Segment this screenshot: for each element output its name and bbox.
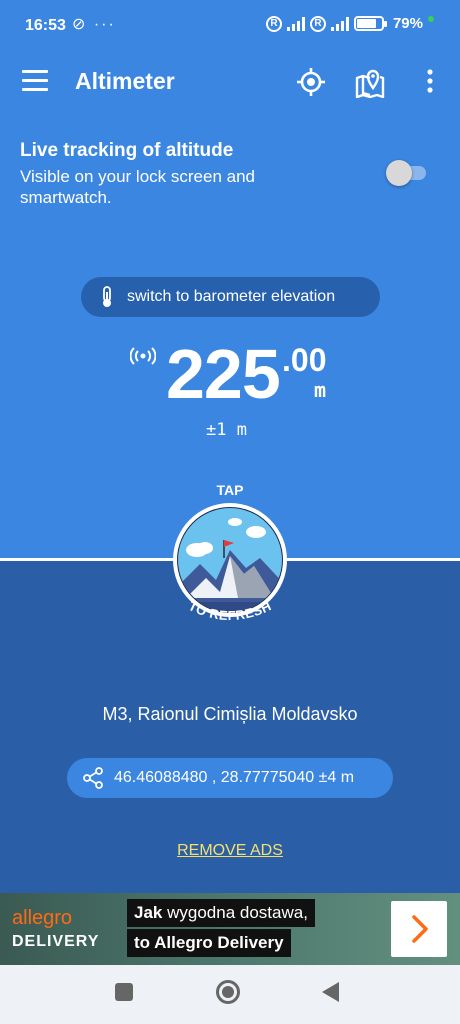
signal-icon [330, 16, 349, 31]
status-bar: 16:53 ⊘ ··· R R 79% [0, 0, 460, 54]
to-refresh-label: TO REFRESH [186, 600, 273, 623]
ad-subline: to Allegro Delivery [127, 929, 291, 957]
altitude-decimals: .00 [282, 342, 327, 378]
status-right-group: R R 79% [265, 15, 434, 32]
coordinates-text: 46.46088480 , 28.77775040 ±4 m [114, 769, 355, 786]
map-pin-icon [355, 69, 385, 99]
altitude-unit: m [314, 378, 327, 402]
recents-button[interactable] [115, 983, 133, 1001]
menu-button[interactable] [22, 70, 48, 92]
status-time: 16:53 [25, 17, 66, 34]
back-button[interactable] [322, 982, 339, 1002]
remove-ads-link[interactable]: REMOVE ADS [0, 842, 460, 860]
more-vert-icon [427, 69, 433, 93]
signal-icon [286, 16, 305, 31]
chevron-right-icon [412, 915, 428, 943]
to-refresh-arc-label: TO REFRESH [186, 600, 274, 623]
barometer-switch-button[interactable]: switch to barometer elevation [81, 277, 380, 317]
svg-text:TO REFRESH: TO REFRESH [186, 600, 274, 623]
toggle-knob [386, 160, 412, 186]
app-title: Altimeter [75, 68, 175, 94]
locate-button[interactable] [295, 66, 327, 98]
live-tracking-toggle[interactable] [386, 160, 428, 186]
roaming-icon: R [309, 15, 326, 32]
home-button[interactable] [216, 980, 240, 1004]
thermometer-icon [103, 286, 111, 307]
battery-fill [356, 19, 376, 28]
ad-open-button[interactable] [391, 901, 447, 957]
live-tracking-title: Live tracking of altitude [20, 140, 234, 161]
barometer-switch-label: switch to barometer elevation [127, 288, 336, 305]
altitude-value: 225 [166, 335, 281, 413]
location-name: M3, Raionul Cimișlia Moldavsko [102, 704, 358, 724]
altitude-accuracy: ±1 m [206, 420, 247, 440]
battery-icon [353, 16, 387, 31]
ad-headline-bold: Jak [134, 903, 163, 922]
ad-headline-rest: wygodna dostawa, [162, 903, 308, 922]
live-tracking-description: Visible on your lock screen and smartwat… [20, 167, 255, 207]
more-button[interactable] [414, 66, 446, 98]
app-bar: Altimeter [0, 54, 460, 110]
gps-target-icon [297, 68, 325, 96]
roaming-icon: R [265, 15, 282, 32]
menu-icon [22, 70, 48, 73]
ad-headline: Jak wygodna dostawa, [127, 899, 315, 927]
system-nav-bar [0, 965, 460, 1024]
status-left-icons: ⊘ ··· [72, 16, 116, 33]
gps-signal-icon [130, 347, 156, 365]
ad-banner[interactable]: allegro DELIVERY Jak wygodna dostawa, to… [0, 893, 460, 965]
tap-label: TAP [216, 482, 244, 498]
map-button[interactable] [354, 66, 386, 99]
ad-brand-logo: allegro [12, 907, 73, 929]
share-icon [83, 767, 103, 789]
ad-brand-subtitle: DELIVERY [12, 933, 100, 950]
coordinates-share-button[interactable]: 46.46088480 , 28.77775040 ±4 m [67, 758, 393, 798]
privacy-indicator-icon [428, 15, 434, 22]
battery-percent: 79% [392, 15, 423, 32]
